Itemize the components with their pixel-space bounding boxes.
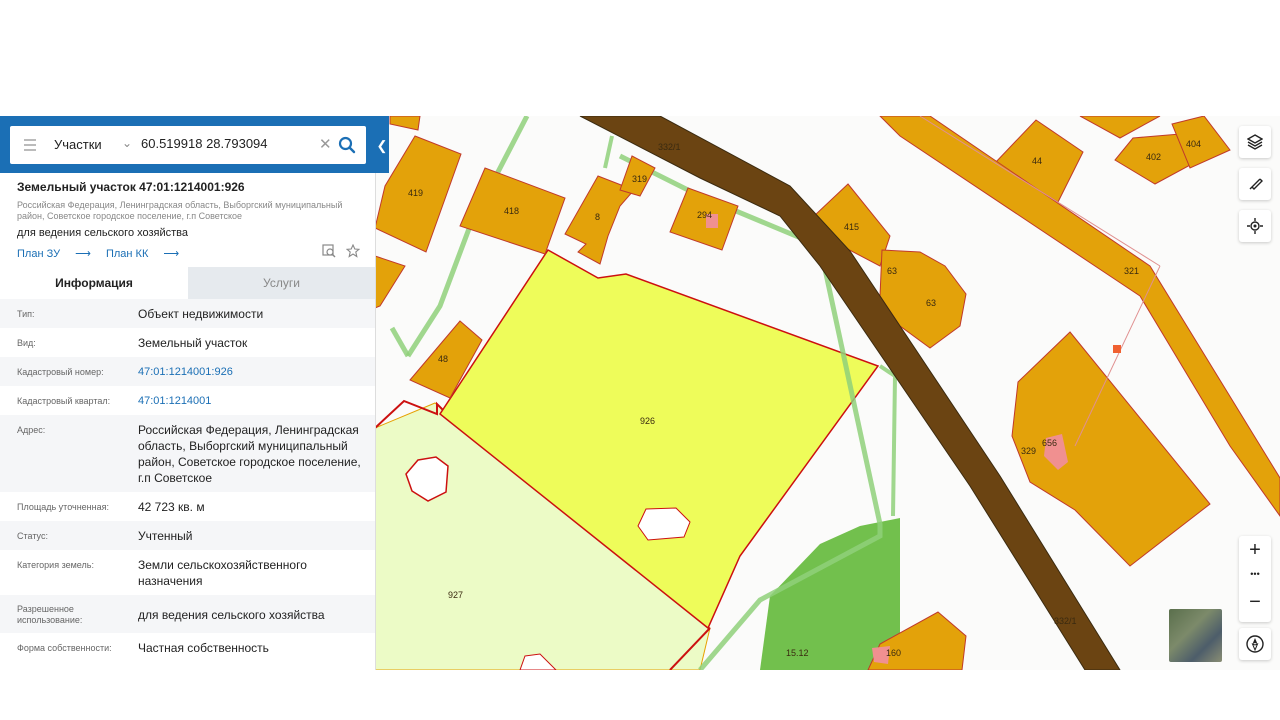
crosshair-icon [1247, 218, 1263, 234]
cadastral-quarter-link[interactable]: 47:01:1214001 [138, 386, 368, 415]
label-321: 321 [1124, 266, 1139, 276]
chevron-down-icon[interactable]: ⌄ [122, 136, 132, 150]
search-map-icon[interactable] [322, 244, 336, 258]
search-icon[interactable] [338, 136, 356, 154]
zoom-controls: + ••• − [1239, 536, 1271, 622]
property-row: Кадастровый номер: 47:01:1214001:926 [0, 357, 375, 386]
label-319: 319 [632, 174, 647, 184]
label-63: 63 [926, 298, 936, 308]
compass-icon [1246, 635, 1264, 653]
property-row: Кадастровый квартал: 47:01:1214001 [0, 386, 375, 415]
label-332-1b: 332/1 [1054, 616, 1077, 626]
plan-kk-link[interactable]: План КК ⟶ [106, 248, 179, 260]
parcel-329[interactable] [1011, 331, 1211, 567]
menu-icon[interactable] [24, 139, 36, 151]
property-row: Форма собственности: Частная собственнос… [17, 641, 269, 655]
label-44: 44 [1032, 156, 1042, 166]
label-294: 294 [697, 210, 712, 220]
search-input[interactable] [141, 136, 311, 151]
search-box: Участки ⌄ ✕ [10, 126, 366, 164]
label-329: 329 [1021, 446, 1036, 456]
info-panel: Земельный участок 47:01:1214001:926 Росс… [0, 116, 376, 670]
tab-services[interactable]: Услуги [188, 267, 375, 299]
zoom-in-button[interactable]: + [1239, 539, 1271, 562]
properties-list: Тип: Объект недвижимости Вид: Земельный … [0, 299, 375, 662]
plan-zu-link[interactable]: План ЗУ ⟶ [17, 248, 91, 260]
label-402: 402 [1146, 152, 1161, 162]
layers-button[interactable] [1239, 126, 1271, 158]
search-mode-select[interactable]: Участки [54, 137, 102, 152]
property-row: Разрешенное использование: для ведения с… [0, 595, 375, 633]
satellite-thumbnail[interactable] [1169, 609, 1222, 662]
layers-icon [1247, 134, 1263, 150]
label-15-12: 15.12 [786, 648, 809, 658]
label-48: 48 [438, 354, 448, 364]
ruler-icon [1249, 178, 1263, 190]
tab-info[interactable]: Информация [0, 267, 188, 299]
zoom-out-button[interactable]: − [1239, 591, 1271, 614]
app: 419 418 8 319 332/1 294 415 44 402 404 3… [0, 116, 1280, 670]
compass-button[interactable] [1239, 628, 1271, 660]
locate-button[interactable] [1239, 210, 1271, 242]
map-canvas[interactable]: 419 418 8 319 332/1 294 415 44 402 404 3… [375, 116, 1280, 670]
label-160: 160 [886, 648, 901, 658]
label-415: 415 [844, 222, 859, 232]
cadastral-map: 419 418 8 319 332/1 294 415 44 402 404 3… [375, 116, 1280, 670]
search-bar: Участки ⌄ ✕ ❮ [0, 116, 389, 173]
property-row: Площадь уточненная: 42 723 кв. м [17, 500, 205, 514]
label-927: 927 [448, 590, 463, 600]
more-button[interactable]: ••• [1239, 569, 1271, 579]
label-332-1: 332/1 [658, 142, 681, 152]
ruler-button[interactable] [1239, 168, 1271, 200]
label-63b: 63 [887, 266, 897, 276]
panel-tabs: Информация Услуги [0, 267, 375, 299]
collapse-panel-icon[interactable]: ❮ [375, 138, 389, 154]
clear-icon[interactable]: ✕ [319, 135, 332, 153]
label-404: 404 [1186, 139, 1201, 149]
property-row: Тип: Объект недвижимости [0, 299, 375, 328]
cadastral-number-link[interactable]: 47:01:1214001:926 [138, 357, 368, 386]
property-row: Вид: Земельный участок [17, 336, 248, 350]
label-656: 656 [1042, 438, 1057, 448]
object-title: Земельный участок 47:01:1214001:926 [17, 180, 245, 194]
property-row: Статус: Учтенный [0, 521, 375, 550]
object-address-small: Российская Федерация, Ленинградская обла… [17, 200, 343, 221]
label-418: 418 [504, 206, 519, 216]
label-926: 926 [640, 416, 655, 426]
star-icon[interactable] [346, 243, 361, 258]
object-purpose: для ведения сельского хозяйства [17, 227, 189, 239]
object-actions [322, 243, 361, 263]
property-row: Категория земель: Земли сельскохозяйстве… [17, 558, 307, 588]
property-row: Адрес: Российская Федерация, Ленинградск… [0, 415, 375, 492]
label-8: 8 [595, 212, 600, 222]
label-419: 419 [408, 188, 423, 198]
plan-links: План ЗУ ⟶ План КК ⟶ [17, 247, 191, 260]
